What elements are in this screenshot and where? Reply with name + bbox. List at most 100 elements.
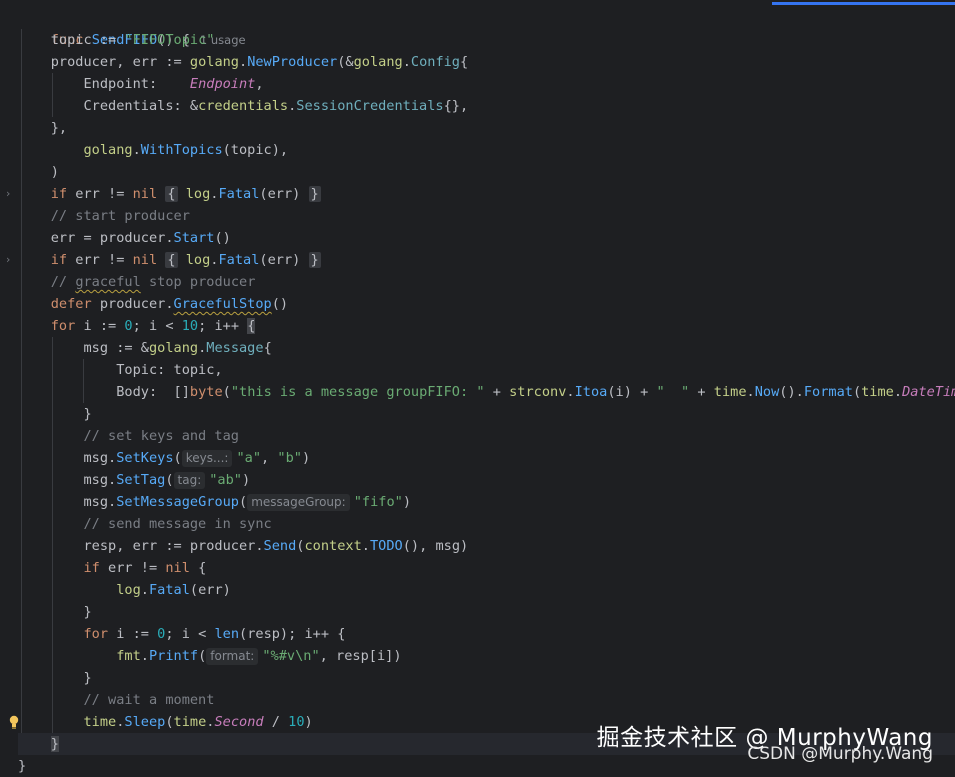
code-line[interactable]: // wait a moment: [18, 689, 955, 711]
type-name: SessionCredentials: [296, 98, 444, 114]
keyword-if: if: [50, 186, 68, 202]
code-text: (), msg): [402, 538, 469, 554]
code-line[interactable]: // set keys and tag: [18, 425, 955, 447]
folded-region-close[interactable]: }: [308, 186, 321, 202]
function-call: Fatal: [148, 582, 190, 598]
code-text: (: [165, 472, 174, 488]
code-line[interactable]: log.Fatal(err): [18, 579, 955, 601]
code-line[interactable]: Topic: topic,: [18, 359, 955, 381]
code-text: (err): [259, 186, 301, 202]
code-line[interactable]: Credentials: &credentials.SessionCredent…: [18, 95, 955, 117]
code-text: (: [239, 494, 248, 510]
chevron-right-icon[interactable]: ›: [2, 249, 14, 271]
code-line[interactable]: topic := "FIFOTopic": [18, 29, 955, 51]
keyword-for: for: [83, 626, 109, 642]
code-text: (i) +: [607, 384, 657, 400]
code-line[interactable]: msg := &golang.Message{: [18, 337, 955, 359]
package-name: log: [116, 582, 141, 598]
code-line[interactable]: fmt.Printf(format: "%#v\n", resp[i]): [18, 645, 955, 667]
package-name: fmt: [116, 648, 141, 664]
package-name: context: [304, 538, 362, 554]
package-name: golang: [148, 340, 199, 356]
code-text: (resp); i++ {: [239, 626, 346, 642]
code-text: {: [263, 340, 272, 356]
folded-region-open[interactable]: {: [165, 186, 178, 202]
string-literal: "b": [277, 450, 302, 466]
code-text: msg.: [83, 450, 117, 466]
code-text: (: [198, 648, 207, 664]
keyword-byte: byte: [189, 384, 223, 400]
editor-gutter: [0, 0, 16, 773]
code-line[interactable]: func SendFIFO() {1 usage: [18, 7, 955, 48]
comment: // set keys and tag: [83, 428, 239, 444]
code-text: (topic),: [222, 142, 289, 158]
code-text: (err): [189, 582, 231, 598]
code-line[interactable]: // start producer: [18, 205, 955, 227]
code-text: resp, err := producer.: [83, 538, 264, 554]
constant: Second: [214, 714, 264, 730]
parameter-hint: tag:: [173, 472, 206, 489]
code-text: , resp[i]): [319, 648, 402, 664]
code-line[interactable]: }: [18, 403, 955, 425]
code-line[interactable]: }: [18, 601, 955, 623]
code-line[interactable]: for i := 0; i < 10; i++ {: [18, 315, 955, 337]
function-call: SetKeys: [116, 450, 174, 466]
code-line[interactable]: resp, err := producer.Send(context.TODO(…: [18, 535, 955, 557]
code-text: ): [50, 164, 59, 180]
code-text: err !=: [67, 186, 133, 202]
function-call: Start: [173, 230, 215, 246]
code-line[interactable]: msg.SetTag(tag: "ab"): [18, 469, 955, 491]
function-call: Fatal: [218, 252, 260, 268]
chevron-right-icon[interactable]: ›: [2, 183, 14, 205]
function-call[interactable]: GracefulStop: [174, 296, 272, 312]
package-name: golang: [83, 142, 133, 158]
code-line[interactable]: // graceful stop producer: [18, 271, 955, 293]
package-name: log: [185, 186, 211, 202]
lightbulb-icon[interactable]: [8, 714, 20, 729]
code-text: +: [484, 384, 510, 400]
package-name: log: [185, 252, 211, 268]
folded-region-close[interactable]: }: [308, 252, 321, 268]
code-text: {},: [443, 98, 469, 114]
code-line[interactable]: // send message in sync: [18, 513, 955, 535]
package-name: time: [173, 714, 207, 730]
code-line[interactable]: Body: []byte("this is a message groupFIF…: [18, 381, 955, 403]
keyword-if: if: [83, 560, 100, 576]
code-line[interactable]: Endpoint: Endpoint,: [18, 73, 955, 95]
code-line[interactable]: }: [18, 667, 955, 689]
code-text: }: [83, 604, 92, 620]
comment: stop producer: [140, 274, 256, 290]
string-literal: "ab": [209, 472, 242, 488]
matched-brace: }: [50, 736, 59, 752]
code-editor[interactable]: func SendFIFO() {1 usage topic := "FIFOT…: [5, 7, 955, 777]
code-text: /: [263, 714, 289, 730]
string-literal: " ": [656, 384, 690, 400]
code-line[interactable]: › if err != nil { log.Fatal(err) }: [5, 249, 955, 271]
function-call: WithTopics: [140, 142, 223, 158]
code-text: err = producer.: [50, 230, 174, 246]
code-text: }: [83, 406, 92, 422]
function-call: Sleep: [124, 714, 166, 730]
folded-region-open[interactable]: {: [165, 252, 178, 268]
code-line[interactable]: defer producer.GracefulStop(): [18, 293, 955, 315]
code-text: (): [271, 296, 289, 312]
code-line[interactable]: msg.SetKeys(keys...: "a", "b"): [18, 447, 955, 469]
package-name: golang: [353, 54, 403, 70]
typo-warning[interactable]: graceful: [75, 274, 140, 290]
number-literal: 0: [124, 318, 133, 334]
code-line[interactable]: },: [18, 117, 955, 139]
keyword-for: for: [50, 318, 76, 334]
code-line[interactable]: ): [18, 161, 955, 183]
code-line[interactable]: golang.WithTopics(topic),: [18, 139, 955, 161]
package-name: time: [83, 714, 117, 730]
code-line[interactable]: msg.SetMessageGroup(messageGroup: "fifo"): [18, 491, 955, 513]
code-text: (err): [259, 252, 301, 268]
code-line[interactable]: if err != nil {: [18, 557, 955, 579]
code-line[interactable]: err = producer.Start(): [18, 227, 955, 249]
code-line[interactable]: › if err != nil { log.Fatal(err) }: [5, 183, 955, 205]
code-text: topic :=: [50, 32, 125, 48]
constant: DateTime: [902, 384, 955, 400]
code-line[interactable]: for i := 0; i < len(resp); i++ {: [18, 623, 955, 645]
code-line[interactable]: producer, err := golang.NewProducer(&gol…: [18, 51, 955, 73]
code-text: (: [222, 384, 231, 400]
